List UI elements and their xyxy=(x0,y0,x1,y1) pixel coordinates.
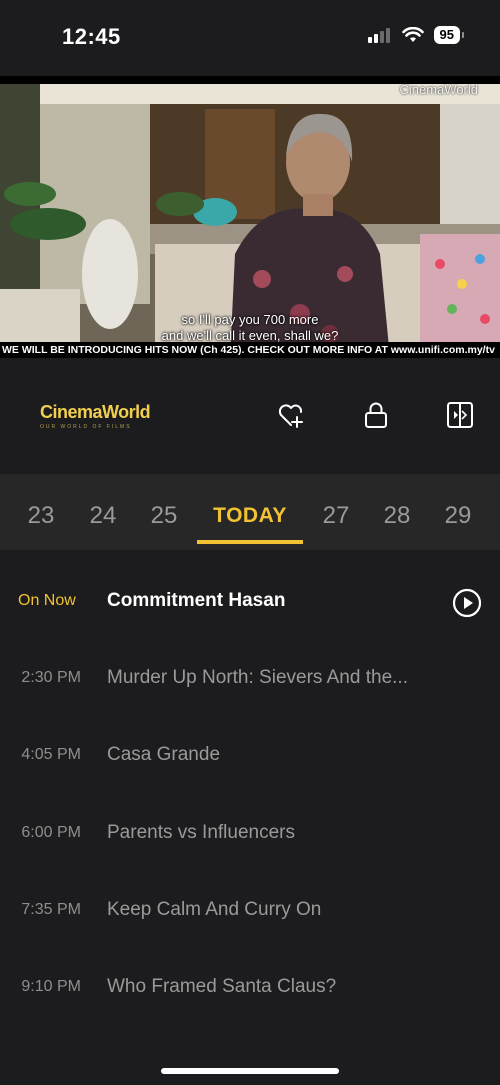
subtitle-line-2: and we'll call it even, shall we? xyxy=(161,328,339,343)
lock-icon[interactable] xyxy=(361,400,391,430)
date-tab-25[interactable]: 25 xyxy=(151,502,178,530)
program-row[interactable]: 4:05 PM Casa Grande xyxy=(0,716,500,794)
program-time: 9:10 PM xyxy=(21,978,81,995)
status-bar: 12:45 95 xyxy=(0,0,500,76)
program-title: Commitment Hasan xyxy=(107,590,286,611)
program-row[interactable]: 6:00 PM Parents vs Influencers xyxy=(0,794,500,872)
date-tab-24[interactable]: 24 xyxy=(90,502,117,530)
program-title: Keep Calm And Curry On xyxy=(107,899,322,920)
channel-logo-tagline: OUR WORLD OF FILMS xyxy=(40,424,132,430)
status-icons: 95 xyxy=(367,26,465,44)
date-tab-28[interactable]: 28 xyxy=(384,502,411,530)
date-tab-27[interactable]: 27 xyxy=(323,502,350,530)
active-date-indicator xyxy=(197,540,303,544)
program-row[interactable]: 9:10 PM Who Framed Santa Claus? xyxy=(0,948,500,1026)
program-title: Parents vs Influencers xyxy=(107,822,295,843)
video-watermark: CinemaWorld xyxy=(399,82,478,97)
program-time: 2:30 PM xyxy=(21,669,81,686)
date-tab-23[interactable]: 23 xyxy=(28,502,55,530)
status-time: 12:45 xyxy=(62,24,121,49)
picture-in-picture-icon[interactable] xyxy=(445,400,475,430)
date-tab-29[interactable]: 29 xyxy=(445,502,472,530)
channel-logo: CinemaWorld OUR WORLD OF FILMS xyxy=(40,402,151,430)
program-row[interactable]: 2:30 PM Murder Up North: Sievers And the… xyxy=(0,639,500,717)
program-title: Who Framed Santa Claus? xyxy=(107,976,337,997)
heart-plus-icon[interactable] xyxy=(276,400,306,430)
program-time: On Now xyxy=(18,592,76,609)
program-title: Murder Up North: Sievers And the... xyxy=(107,667,408,688)
channel-logo-name: CinemaWorld xyxy=(40,402,151,422)
date-tab-today[interactable]: TODAY xyxy=(213,504,287,528)
wifi-icon xyxy=(401,27,424,42)
subtitle-line-1: so I'll pay you 700 more xyxy=(181,312,319,327)
program-title: Casa Grande xyxy=(107,744,221,765)
program-row-on-now[interactable]: On Now Commitment Hasan xyxy=(0,562,500,640)
channel-bar: CinemaWorld OUR WORLD OF FILMS xyxy=(0,358,500,474)
program-time: 7:35 PM xyxy=(21,901,81,918)
cellular-signal-icon xyxy=(367,28,390,43)
home-indicator[interactable] xyxy=(161,1068,339,1074)
video-player[interactable]: CinemaWorld so I'll pay you 700 more and… xyxy=(0,76,500,358)
news-ticker: WE WILL BE INTRODUCING HITS NOW (Ch 425)… xyxy=(0,342,500,358)
program-row[interactable]: 7:35 PM Keep Calm And Curry On xyxy=(0,871,500,949)
program-time: 6:00 PM xyxy=(21,824,81,841)
program-time: 4:05 PM xyxy=(21,746,81,763)
play-icon[interactable] xyxy=(452,588,482,618)
battery-indicator: 95 xyxy=(433,26,465,44)
date-selector: 23 24 25 TODAY 27 28 29 xyxy=(0,474,500,550)
